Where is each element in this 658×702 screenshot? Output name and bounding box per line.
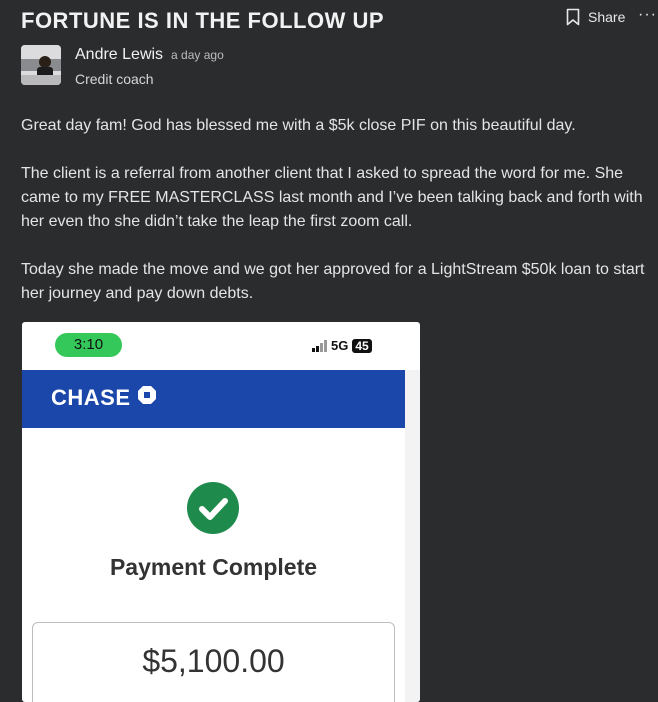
post-timestamp: a day ago (171, 48, 224, 62)
avatar[interactable] (21, 45, 61, 85)
status-indicators: 5G 45 (312, 338, 372, 353)
post-paragraph: Great day fam! God has blessed me with a… (21, 117, 576, 134)
share-button[interactable]: Share (566, 8, 625, 26)
bank-logo: CHASE (51, 385, 157, 411)
chase-octagon-icon (137, 385, 157, 411)
author-name[interactable]: Andre Lewis (75, 46, 163, 64)
post-title: FORTUNE IS IN THE FOLLOW UP (21, 8, 385, 33)
bank-name: CHASE (51, 385, 131, 410)
status-time: 3:10 (55, 333, 122, 357)
author-role: Credit coach (75, 71, 154, 87)
amount-card: $5,100.00 (32, 622, 395, 702)
post-paragraph: The client is a referral from another cl… (21, 165, 643, 230)
checkmark-icon (187, 482, 239, 534)
attached-screenshot[interactable]: 3:10 5G 45 CHASE Payment Complete $5,100… (22, 322, 420, 702)
payment-status: Payment Complete (109, 554, 318, 580)
bookmark-icon (566, 8, 580, 26)
share-label: Share (588, 9, 626, 25)
network-label: 5G (331, 338, 349, 353)
scrollbar (405, 370, 420, 702)
battery-icon: 45 (352, 338, 372, 353)
post-paragraph: Today she made the move and we got her a… (21, 261, 645, 302)
bank-header: CHASE (22, 370, 405, 428)
signal-icon (312, 339, 327, 352)
post-body: Great day fam! God has blessed me with a… (21, 114, 651, 330)
payment-amount: $5,100.00 (142, 643, 285, 679)
more-options-icon[interactable]: ··· (638, 6, 657, 24)
